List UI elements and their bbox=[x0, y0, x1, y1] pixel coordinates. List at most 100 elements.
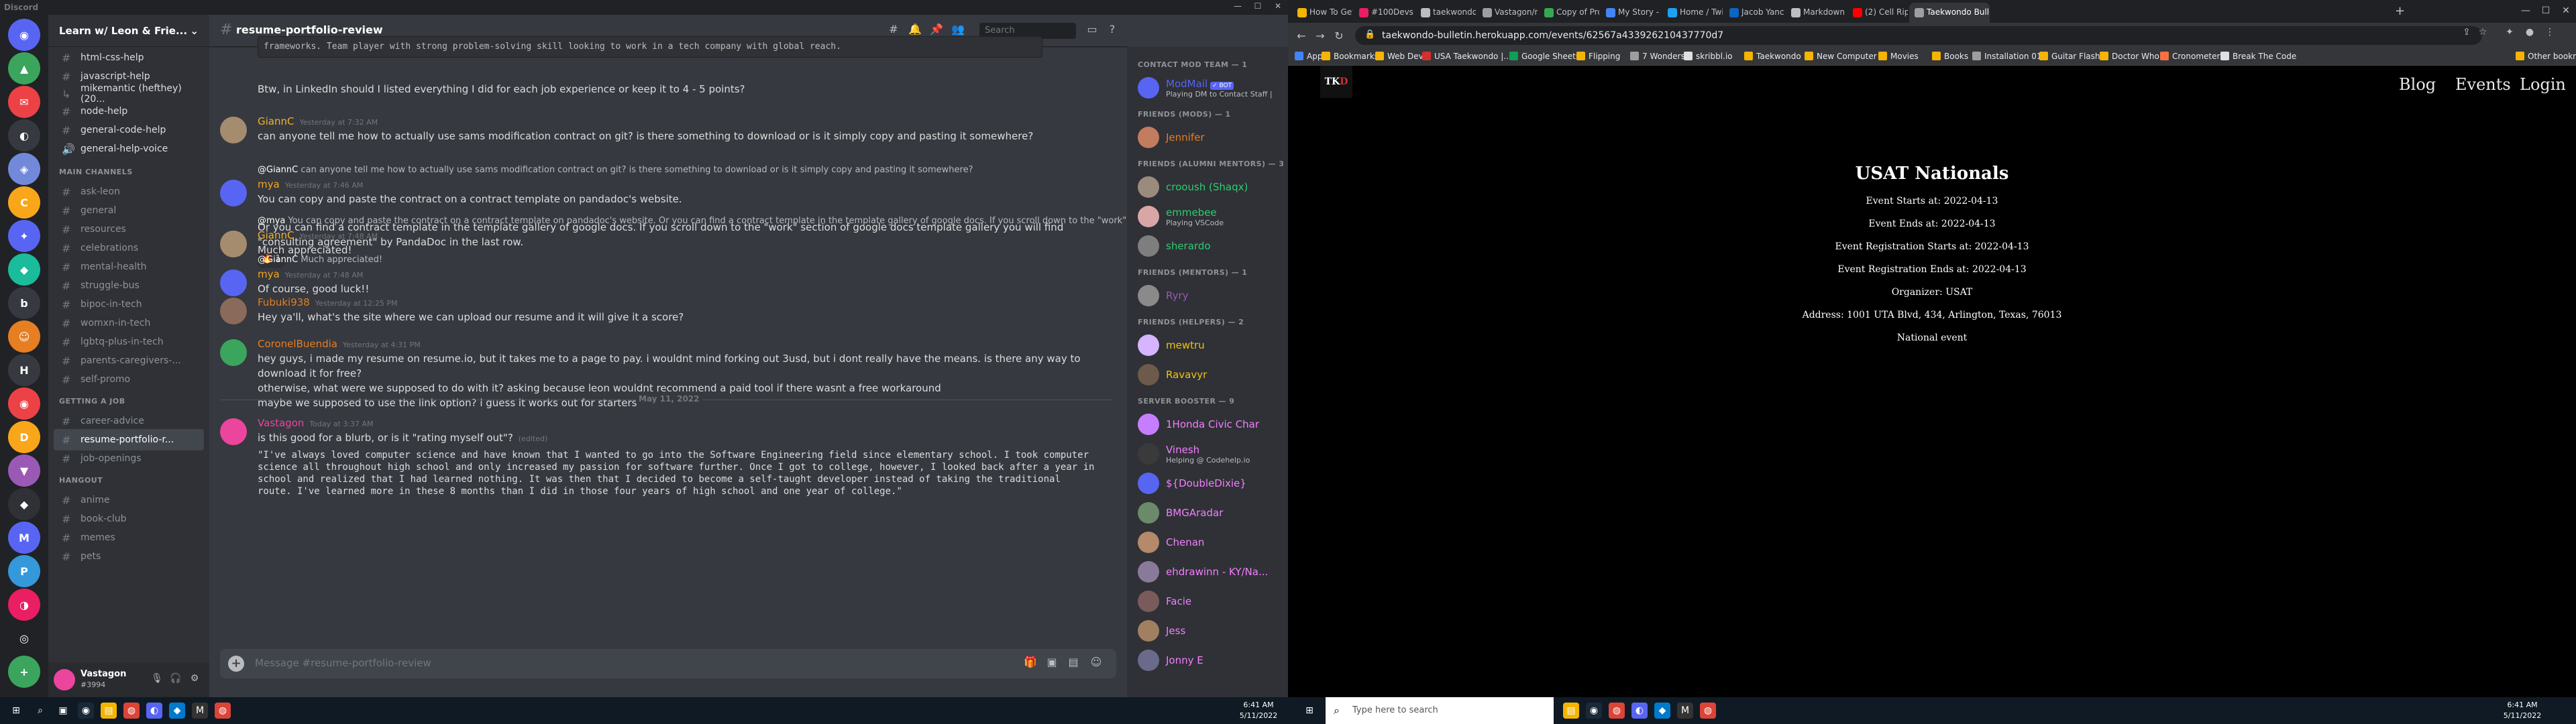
bookmark-item[interactable]: Flipping bbox=[1576, 52, 1620, 61]
message-author[interactable]: mya Yesterday at 7:46 AM bbox=[258, 178, 363, 190]
address-bar[interactable]: 🔒 taekwondo-bulletin.herokuapp.com/event… bbox=[1355, 26, 2482, 45]
microphone-icon[interactable]: 🎙 bbox=[150, 673, 164, 686]
server-icon[interactable]: + bbox=[8, 656, 40, 688]
server-icon[interactable]: C bbox=[8, 186, 40, 219]
bookmark-item[interactable]: 7 Wonders bbox=[1630, 52, 1685, 61]
share-icon[interactable]: ⇪ bbox=[2459, 27, 2474, 38]
vscode-icon[interactable]: ◆ bbox=[1654, 703, 1670, 719]
avatar[interactable] bbox=[220, 298, 247, 324]
member-item[interactable]: 1Honda Civic Char bbox=[1132, 410, 1283, 438]
nav-login-link[interactable]: Login bbox=[2520, 75, 2566, 94]
terminal-icon[interactable]: M bbox=[192, 703, 208, 719]
message-author[interactable]: GiannC Yesterday at 7:32 AM bbox=[258, 115, 378, 127]
browser-tab[interactable]: Markdown Gui... bbox=[1786, 3, 1846, 23]
server-icon[interactable]: ☺ bbox=[8, 320, 40, 353]
close-icon[interactable]: ✕ bbox=[2556, 5, 2576, 16]
server-icon[interactable]: H bbox=[8, 354, 40, 386]
site-logo[interactable]: TKD bbox=[1320, 66, 1352, 98]
forward-icon[interactable]: → bbox=[1313, 29, 1327, 42]
browser-tab[interactable]: #100Devs - Infor... bbox=[1354, 3, 1414, 23]
server-icon[interactable]: ◉ bbox=[8, 387, 40, 420]
profile-icon[interactable]: ● bbox=[2522, 27, 2537, 38]
server-icon[interactable]: D bbox=[8, 421, 40, 453]
server-icon[interactable]: ◆ bbox=[8, 253, 40, 286]
task-view-icon[interactable]: ▣ bbox=[55, 703, 71, 719]
server-icon[interactable]: ◈ bbox=[8, 153, 40, 185]
close-icon[interactable]: ✕ bbox=[1268, 1, 1288, 13]
browser-tab[interactable]: Copy of Profess... bbox=[1539, 3, 1599, 23]
taskbar-search[interactable]: ⌕ Type here to search bbox=[1326, 697, 1554, 724]
server-icon[interactable]: ◆ bbox=[8, 488, 40, 520]
server-icon[interactable]: ✉ bbox=[8, 86, 40, 118]
back-icon[interactable]: ← bbox=[1295, 29, 1308, 42]
server-icon[interactable]: M bbox=[8, 522, 40, 554]
headphones-icon[interactable]: 🎧 bbox=[169, 673, 182, 686]
channel-item[interactable]: # self-promo bbox=[54, 369, 204, 390]
sticker-icon[interactable]: ▤ bbox=[1065, 656, 1081, 672]
new-tab-icon[interactable]: + bbox=[2395, 4, 2405, 18]
server-icon[interactable]: ▲ bbox=[8, 52, 40, 84]
browser-tab[interactable]: taekwondo-bull... bbox=[1415, 3, 1476, 23]
chrome-icon[interactable]: ◍ bbox=[123, 703, 140, 719]
member-item[interactable]: BMGAradar bbox=[1132, 499, 1283, 527]
channel-category[interactable]: MAIN CHANNELS bbox=[59, 168, 207, 176]
channel-item[interactable]: # pets bbox=[54, 546, 204, 567]
steam-icon[interactable]: ◉ bbox=[78, 703, 94, 719]
reload-icon[interactable]: ↻ bbox=[1332, 29, 1346, 42]
avatar[interactable] bbox=[54, 669, 75, 690]
gif-icon[interactable]: ▣ bbox=[1044, 656, 1060, 672]
member-item[interactable]: emmebee Playing VSCode bbox=[1132, 202, 1283, 231]
member-item[interactable]: Jennifer bbox=[1132, 123, 1283, 152]
bookmark-item[interactable]: Installation 01 bbox=[1972, 52, 2042, 61]
vscode-icon[interactable]: ◆ bbox=[169, 703, 185, 719]
clock-right[interactable]: 6:41 AM 5/11/2022 bbox=[2496, 700, 2549, 721]
emoji-icon[interactable]: ☺ bbox=[1088, 656, 1104, 672]
message-author[interactable]: mya Yesterday at 7:48 AM bbox=[258, 268, 363, 280]
member-item[interactable]: mewtru bbox=[1132, 331, 1283, 359]
bookmark-item[interactable]: USA Taekwondo |... bbox=[1422, 52, 1511, 61]
member-item[interactable]: ${DoubleDixie} bbox=[1132, 469, 1283, 497]
browser-tab[interactable]: Jacob Yancey |... bbox=[1724, 3, 1784, 23]
reply-preview[interactable]: @GiannC Much appreciated! bbox=[258, 255, 382, 265]
nav-blog-link[interactable]: Blog bbox=[2399, 75, 2436, 94]
chrome-icon[interactable]: ◍ bbox=[215, 703, 231, 719]
message-author[interactable]: GiannC Yesterday at 7:48 AM bbox=[258, 229, 378, 241]
menu-icon[interactable]: ⋮ bbox=[2542, 27, 2557, 38]
server-icon[interactable]: ✦ bbox=[8, 220, 40, 252]
clock-left[interactable]: 6:41 AM 5/11/2022 bbox=[1232, 700, 1285, 721]
member-item[interactable]: Facie bbox=[1132, 587, 1283, 615]
minimize-icon[interactable]: — bbox=[2516, 5, 2536, 16]
windows-start-icon[interactable]: ⊞ bbox=[1301, 703, 1318, 719]
inbox-icon[interactable]: ▭ bbox=[1084, 23, 1100, 39]
chrome-icon[interactable]: ◍ bbox=[1700, 703, 1716, 719]
help-icon[interactable]: ? bbox=[1104, 23, 1120, 39]
file-explorer-icon[interactable]: ▤ bbox=[101, 703, 117, 719]
message-author[interactable]: Fubuki938 Yesterday at 12:25 PM bbox=[258, 296, 398, 308]
bookmark-item[interactable]: Cronometer bbox=[2160, 52, 2220, 61]
avatar[interactable] bbox=[220, 339, 247, 366]
member-item[interactable]: ehdrawinn - KY/Na... bbox=[1132, 558, 1283, 586]
avatar[interactable] bbox=[220, 269, 247, 296]
channel-item[interactable]: 🔊 general-help-voice bbox=[54, 138, 204, 160]
server-icon[interactable]: ◎ bbox=[8, 622, 40, 654]
avatar[interactable] bbox=[220, 180, 247, 206]
bookmark-item[interactable]: New Computer bbox=[1805, 52, 1877, 61]
discord-icon[interactable]: ◐ bbox=[146, 703, 162, 719]
server-icon[interactable]: ▼ bbox=[8, 455, 40, 487]
bookmark-item[interactable]: Doctor Who bbox=[2100, 52, 2159, 61]
chrome-icon[interactable]: ◍ bbox=[1609, 703, 1625, 719]
member-item[interactable]: Chenan bbox=[1132, 528, 1283, 556]
search-icon[interactable]: ⌕ bbox=[32, 703, 48, 719]
member-item[interactable]: Ravavyr bbox=[1132, 361, 1283, 389]
server-icon[interactable]: b bbox=[8, 287, 40, 319]
minimize-icon[interactable]: — bbox=[1228, 1, 1248, 13]
member-item[interactable]: Jonny E bbox=[1132, 646, 1283, 674]
member-item[interactable]: crooush (Shaqx) bbox=[1132, 173, 1283, 201]
bookmark-item[interactable]: Taekwondo bbox=[1744, 52, 1801, 61]
avatar[interactable] bbox=[220, 231, 247, 257]
member-item[interactable]: Ryry bbox=[1132, 282, 1283, 310]
reply-preview[interactable]: @GiannC can anyone tell me how to actual… bbox=[258, 165, 973, 175]
channel-category[interactable]: GETTING A JOB bbox=[59, 397, 207, 406]
message-author[interactable]: CoronelBuendia Yesterday at 4:31 PM bbox=[258, 338, 421, 350]
bookmark-star-icon[interactable]: ☆ bbox=[2475, 27, 2490, 38]
